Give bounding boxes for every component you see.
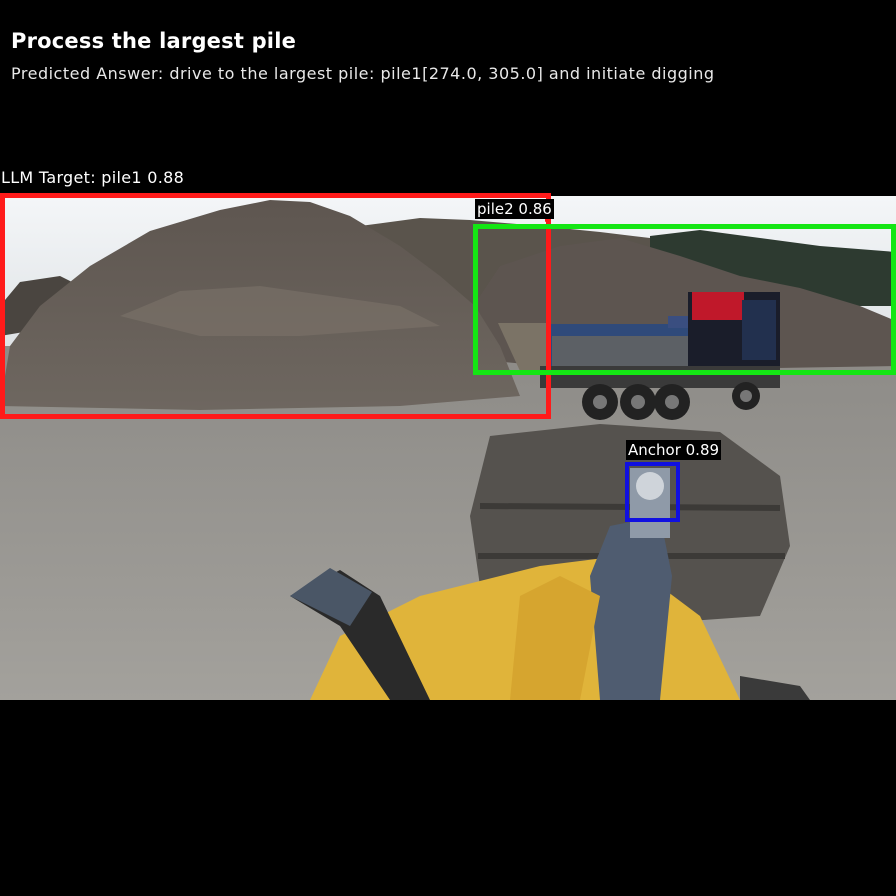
predicted-answer: Predicted Answer: drive to the largest p… [11,64,715,83]
pile2-detection-box [473,224,896,375]
llm-target-box [0,193,551,419]
anchor-detection-label: Anchor 0.89 [626,440,722,460]
task-title: Process the largest pile [11,29,297,53]
llm-target-label: LLM Target: pile1 0.88 [1,168,185,187]
pile2-detection-label: pile2 0.86 [475,199,554,219]
anchor-detection-box [625,462,680,522]
